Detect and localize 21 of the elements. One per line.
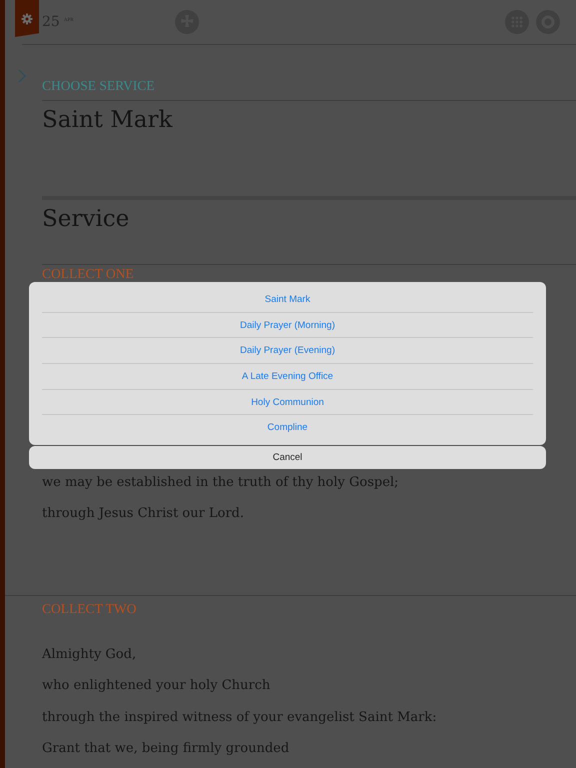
service-option[interactable]: Saint Mark: [42, 287, 533, 312]
prayer-line: Almighty God,: [42, 646, 138, 664]
chevron-icon[interactable]: [18, 69, 26, 83]
cancel-button[interactable]: Cancel: [29, 446, 546, 469]
section-title: Service: [42, 206, 130, 232]
settings-bookmark[interactable]: [15, 0, 39, 37]
gear-icon: [21, 12, 33, 24]
prayer-line: who enlightened your holy Church: [42, 677, 272, 695]
prayer-line: we may be established in the truth of thy holy Gospel;: [42, 474, 400, 492]
prayer-line: through Jesus Christ our Lord.: [42, 505, 245, 523]
service-title: Saint Mark: [42, 107, 174, 133]
service-option[interactable]: Holy Communion: [42, 390, 533, 414]
collect-heading: COLLECT TWO: [42, 600, 138, 616]
service-option[interactable]: Daily Prayer (Evening): [42, 338, 533, 364]
section-label[interactable]: CHOOSE SERVICE: [42, 78, 155, 94]
service-option[interactable]: Daily Prayer (Morning): [42, 312, 533, 338]
collect-heading: COLLECT ONE: [42, 266, 135, 282]
service-option[interactable]: A Late Evening Office: [42, 364, 533, 389]
prayer-line: through the inspired witness of your evangelist Saint Mark:: [42, 708, 438, 726]
service-option[interactable]: Compline: [42, 415, 533, 440]
prayer-line: Grant that we, being firmly grounded: [42, 740, 290, 758]
